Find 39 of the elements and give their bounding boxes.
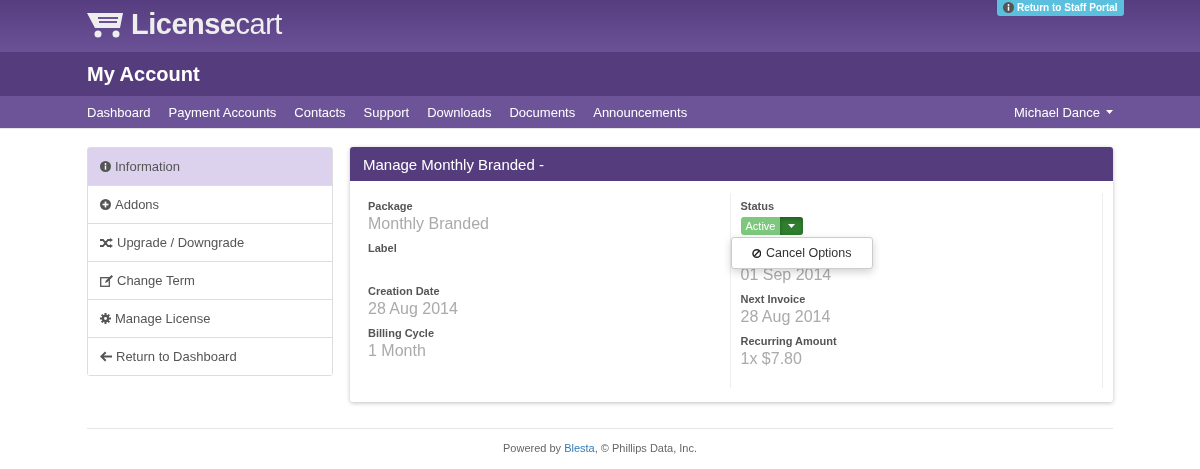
- info-icon: [1003, 2, 1014, 13]
- nav-link[interactable]: Payment Accounts: [168, 104, 277, 120]
- menu-item[interactable]: Cancel Options: [731, 243, 872, 263]
- footer-text: Powered by Blesta, © Phillips Data, Inc.: [503, 442, 697, 454]
- field-label: Status: [740, 200, 776, 212]
- nav-link[interactable]: Announcements: [593, 104, 688, 120]
- field-label: Label: [368, 242, 398, 254]
- gear-icon: [100, 313, 111, 324]
- edit-icon: [100, 274, 113, 287]
- page-title: My Account: [87, 62, 201, 86]
- field-label: Recurring Amount: [740, 335, 838, 347]
- ban-icon: [751, 247, 762, 259]
- caret-icon: [788, 224, 796, 228]
- field-value: Monthly Branded: [368, 215, 490, 233]
- nav-link[interactable]: Downloads: [427, 104, 492, 120]
- field-label: Package: [368, 200, 414, 212]
- field-value: 28 Aug 2014: [368, 300, 459, 318]
- shuffle-icon: [100, 237, 113, 248]
- logo-text: Licensecart: [131, 8, 282, 41]
- field-label: Billing Cycle: [368, 327, 436, 339]
- plus-circle-icon: [100, 199, 111, 210]
- footer-link[interactable]: Blesta: [564, 442, 595, 454]
- field-label: Creation Date: [368, 285, 441, 297]
- sidebar-item[interactable]: Information: [88, 148, 332, 186]
- field-label: Next Invoice: [740, 293, 807, 305]
- user-menu[interactable]: Michael Dance: [1014, 104, 1100, 120]
- info-icon: [100, 161, 111, 172]
- status-dropdown-toggle[interactable]: [780, 217, 804, 235]
- cart-icon: [87, 10, 125, 39]
- field-value: 1 Month: [368, 342, 427, 360]
- panel-title: Manage Monthly Branded -: [363, 155, 544, 173]
- nav-link[interactable]: Contacts: [294, 104, 346, 120]
- field-value: 28 Aug 2014: [740, 308, 832, 326]
- nav-link[interactable]: Dashboard: [87, 104, 151, 120]
- caret-icon: [1106, 110, 1113, 114]
- field-value: 1x $7.80: [740, 350, 803, 368]
- nav-link[interactable]: Support: [363, 104, 410, 120]
- arrow-left-icon: [100, 351, 112, 362]
- nav-link[interactable]: Documents: [509, 104, 576, 120]
